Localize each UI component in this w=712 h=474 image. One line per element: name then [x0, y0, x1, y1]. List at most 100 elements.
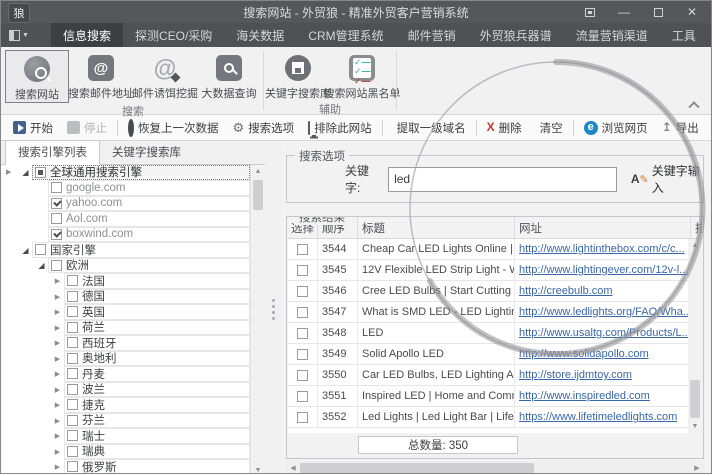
- tree-expander-icon[interactable]: ▶: [51, 324, 64, 332]
- tree-expander-icon[interactable]: ▶: [51, 401, 64, 409]
- table-row[interactable]: 3546Cree LED Bulbs | Start Cutting Y...h…: [288, 281, 688, 302]
- tree-item[interactable]: ▶俄罗斯: [19, 460, 250, 474]
- ribbon-button-keyword-search-library[interactable]: 关键字搜索库: [266, 50, 330, 101]
- toolbar-button-delete[interactable]: X删除: [481, 118, 528, 138]
- checkbox[interactable]: [51, 229, 62, 240]
- checkbox[interactable]: [67, 275, 78, 286]
- menu-tab-5[interactable]: 外贸狼兵器谱: [468, 23, 564, 47]
- checkbox[interactable]: [67, 291, 78, 302]
- row-url-link[interactable]: http://www.ledlights.org/FAQ/Wha...: [519, 306, 688, 318]
- table-row[interactable]: 3552Led Lights | Led Light Bar | Lifet..…: [288, 407, 688, 428]
- scroll-left-icon[interactable]: ◀: [286, 461, 300, 474]
- checkbox[interactable]: [67, 430, 78, 441]
- checkbox[interactable]: [67, 461, 78, 472]
- tree-expander-icon[interactable]: ▶: [51, 463, 64, 471]
- table-row[interactable]: 3547What is SMD LED - LED Lighting ...ht…: [288, 302, 688, 323]
- scrollbar-thumb[interactable]: [300, 463, 534, 473]
- tree-expander-icon[interactable]: ▶: [51, 448, 64, 456]
- table-row[interactable]: 354512V Flexible LED Strip Light - Wa...…: [288, 260, 688, 281]
- tree-scrollbar[interactable]: ▲ ▼: [251, 165, 265, 474]
- row-url-link[interactable]: http://www.lightingever.com/12v-l...: [519, 264, 688, 276]
- checkbox[interactable]: [67, 384, 78, 395]
- menu-tab-6[interactable]: 流量营销渠道: [564, 23, 660, 47]
- ribbon-button-search-email-address[interactable]: @搜索邮件地址: [69, 50, 133, 103]
- row-url-link[interactable]: http://www.solidapollo.com: [519, 348, 649, 360]
- row-checkbox[interactable]: [297, 412, 308, 423]
- checkbox[interactable]: [67, 353, 78, 364]
- column-header-3[interactable]: 网址: [515, 218, 691, 238]
- menu-tab-0[interactable]: 信息搜索: [51, 23, 123, 47]
- tree-item[interactable]: ▶德国: [19, 289, 250, 305]
- row-expander-icon[interactable]: ▶: [6, 168, 11, 176]
- checkbox[interactable]: [51, 213, 62, 224]
- row-url-link[interactable]: http://www.inspiredled.com: [519, 390, 650, 402]
- app-menu-button[interactable]: ▼: [9, 26, 29, 44]
- ribbon-button-search-website[interactable]: 搜索网站: [5, 50, 69, 103]
- tree-item[interactable]: ▶捷克: [19, 398, 250, 414]
- checkbox[interactable]: [67, 306, 78, 317]
- tree-expander-icon[interactable]: ▶: [51, 386, 64, 394]
- table-row[interactable]: 3551Inspired LED | Home and Comm...http:…: [288, 386, 688, 407]
- menu-tab-4[interactable]: 邮件营销: [396, 23, 468, 47]
- checkbox[interactable]: [51, 198, 62, 209]
- row-checkbox[interactable]: [297, 265, 308, 276]
- menu-tab-2[interactable]: 海关数据: [224, 23, 296, 47]
- scroll-up-icon[interactable]: ▲: [251, 165, 265, 178]
- tree-item[interactable]: ▶瑞士: [19, 429, 250, 445]
- close-button[interactable]: ✕: [677, 2, 707, 22]
- checkbox[interactable]: [51, 182, 62, 193]
- tree-expander-icon[interactable]: ▶: [51, 308, 64, 316]
- checkbox[interactable]: [67, 337, 78, 348]
- scroll-right-icon[interactable]: ▶: [690, 461, 704, 474]
- ribbon-collapse-icon[interactable]: [687, 99, 701, 109]
- horizontal-scrollbar[interactable]: ◀ ▶: [286, 461, 704, 474]
- row-checkbox[interactable]: [297, 244, 308, 255]
- tree-expander-icon[interactable]: ▶: [51, 293, 64, 301]
- row-checkbox[interactable]: [297, 370, 308, 381]
- column-header-2[interactable]: 标题: [358, 218, 515, 238]
- tree-expander-icon[interactable]: ▶: [51, 370, 64, 378]
- menu-tab-1[interactable]: 探测CEO/采购: [123, 23, 224, 47]
- tree-item[interactable]: ▶波兰: [19, 382, 250, 398]
- maximize-button[interactable]: [643, 2, 673, 22]
- tree-item[interactable]: ▶丹麦: [19, 367, 250, 383]
- checkbox[interactable]: [35, 167, 46, 178]
- toolbar-button-stop[interactable]: 停止: [61, 118, 113, 138]
- scrollbar-thumb[interactable]: [690, 380, 700, 418]
- tree-expander-icon[interactable]: ◢: [19, 246, 32, 255]
- window-layout-icon[interactable]: [575, 2, 605, 22]
- menu-tab-7[interactable]: 工具: [660, 23, 708, 47]
- tree-expander-icon[interactable]: ▶: [51, 277, 64, 285]
- row-url-link[interactable]: http://www.usaltg.com/Products/L...: [519, 327, 688, 339]
- checkbox[interactable]: [51, 260, 62, 271]
- tree-expander-icon[interactable]: ▶: [51, 417, 64, 425]
- row-checkbox[interactable]: [297, 328, 308, 339]
- checkbox[interactable]: [67, 322, 78, 333]
- toolbar-button-restore-last-data[interactable]: 恢复上一次数据: [122, 118, 225, 138]
- row-url-link[interactable]: http://store.ijdmtoy.com: [519, 369, 632, 381]
- row-checkbox[interactable]: [297, 286, 308, 297]
- ribbon-button-big-data-query[interactable]: 大数据查询: [197, 50, 261, 103]
- tree-item[interactable]: Aol.com: [19, 212, 250, 228]
- scrollbar-thumb[interactable]: [253, 180, 263, 210]
- row-url-link[interactable]: https://www.lifetimeledlights.com: [519, 411, 677, 423]
- tree-item[interactable]: google.com: [19, 181, 250, 197]
- checkbox[interactable]: [67, 399, 78, 410]
- checkbox[interactable]: [67, 415, 78, 426]
- tree-expander-icon[interactable]: ◢: [19, 168, 32, 177]
- tree-item[interactable]: ▶法国: [19, 274, 250, 290]
- ribbon-button-website-blacklist[interactable]: ✓—✓—✓—搜索网站黑名单: [330, 50, 394, 101]
- scroll-up-icon[interactable]: ▲: [688, 239, 702, 252]
- tree-item[interactable]: ▶◢全球通用搜索引擎: [19, 165, 250, 181]
- minimize-button[interactable]: —: [609, 2, 639, 22]
- panel-tab-0[interactable]: 搜索引擎列表: [5, 140, 100, 165]
- checkbox[interactable]: [67, 446, 78, 457]
- toolbar-button-search-options[interactable]: ⚙搜索选项: [227, 118, 301, 138]
- toolbar-button-clear[interactable]: 清空: [530, 118, 569, 138]
- ribbon-button-email-bait-mining[interactable]: @邮件诱饵挖掘: [133, 50, 197, 103]
- toolbar-button-exclude-this-site[interactable]: 排除此网站: [302, 118, 378, 138]
- tree-expander-icon[interactable]: ▶: [51, 432, 64, 440]
- tree-expander-icon[interactable]: ▶: [51, 339, 64, 347]
- keyword-input[interactable]: [388, 167, 617, 192]
- scroll-down-icon[interactable]: ▼: [688, 420, 702, 433]
